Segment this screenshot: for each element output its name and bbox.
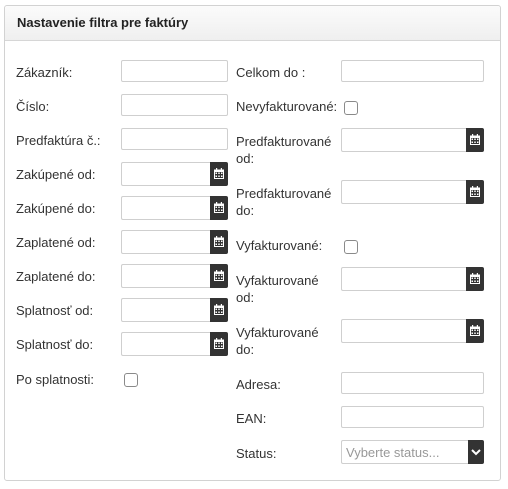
status-dropdown-button[interactable] (468, 440, 484, 464)
customer-label: Zákazník: (16, 65, 73, 80)
due-to-calendar-button[interactable] (210, 332, 228, 356)
status-placeholder: Vyberte status... (346, 445, 440, 460)
paid-to-input[interactable] (121, 264, 210, 288)
address-label: Adresa: (236, 377, 281, 392)
preinvoiced-from-date[interactable] (341, 128, 484, 152)
bought-from-label: Zakúpené od: (16, 167, 96, 182)
paid-from-input[interactable] (121, 230, 210, 254)
calendar-icon (214, 338, 224, 349)
calendar-icon (470, 273, 480, 284)
bought-from-calendar-button[interactable] (210, 162, 228, 186)
invoiced-checkbox[interactable] (344, 240, 358, 254)
calendar-icon (214, 202, 224, 213)
bought-from-input[interactable] (121, 162, 210, 186)
total-to-label: Celkom do : (236, 65, 306, 80)
preinvoiced-from-label-1: Predfakturované (236, 134, 332, 149)
paid-to-label: Zaplatené do: (16, 269, 96, 284)
uninvoiced-checkbox[interactable] (344, 101, 358, 115)
due-from-label: Splatnosť od: (16, 303, 94, 318)
chevron-down-icon (471, 449, 481, 456)
invoiced-to-calendar-button[interactable] (466, 319, 484, 343)
due-from-date[interactable] (121, 298, 228, 322)
paid-from-label: Zaplatené od: (16, 235, 96, 250)
preinvoiced-to-label-1: Predfakturované (236, 186, 332, 201)
proforma-input[interactable] (121, 128, 228, 150)
paid-from-calendar-button[interactable] (210, 230, 228, 254)
invoiced-to-input[interactable] (341, 319, 466, 343)
status-label: Status: (236, 446, 277, 461)
calendar-icon (214, 304, 224, 315)
bought-to-calendar-button[interactable] (210, 196, 228, 220)
preinvoiced-from-label-2: od: (236, 151, 255, 166)
invoiced-from-date[interactable] (341, 267, 484, 291)
paid-to-calendar-button[interactable] (210, 264, 228, 288)
due-to-date[interactable] (121, 332, 228, 356)
overdue-label: Po splatnosti: (16, 372, 95, 387)
panel-title: Nastavenie filtra pre faktúry (17, 15, 189, 30)
preinvoiced-to-input[interactable] (341, 180, 466, 204)
due-to-input[interactable] (121, 332, 210, 356)
ean-label: EAN: (236, 411, 267, 426)
invoiced-from-label-1: Vyfakturované (236, 273, 319, 288)
calendar-icon (470, 134, 480, 145)
invoiced-to-label-2: do: (236, 342, 255, 357)
bought-to-input[interactable] (121, 196, 210, 220)
preinvoiced-to-calendar-button[interactable] (466, 180, 484, 204)
bought-to-label: Zakúpené do: (16, 201, 96, 216)
calendar-icon (214, 270, 224, 281)
invoiced-from-label-2: od: (236, 290, 255, 305)
paid-to-date[interactable] (121, 264, 228, 288)
preinvoiced-to-label-2: do: (236, 203, 255, 218)
calendar-icon (470, 186, 480, 197)
uninvoiced-label: Nevyfakturované: (236, 99, 338, 114)
invoiced-from-input[interactable] (341, 267, 466, 291)
bought-to-date[interactable] (121, 196, 228, 220)
preinvoiced-from-calendar-button[interactable] (466, 128, 484, 152)
invoiced-to-label-1: Vyfakturované (236, 325, 319, 340)
invoiced-label: Vyfakturované: (236, 238, 323, 253)
due-to-label: Splatnosť do: (16, 337, 94, 352)
due-from-calendar-button[interactable] (210, 298, 228, 322)
status-select[interactable]: Vyberte status... (341, 440, 484, 464)
preinvoiced-to-date[interactable] (341, 180, 484, 204)
status-select-field[interactable]: Vyberte status... (341, 440, 468, 464)
number-input[interactable] (121, 94, 228, 116)
customer-input[interactable] (121, 60, 228, 82)
proforma-label: Predfaktúra č.: (16, 133, 101, 148)
overdue-checkbox[interactable] (124, 373, 138, 387)
invoiced-to-date[interactable] (341, 319, 484, 343)
calendar-icon (214, 168, 224, 179)
panel-header: Nastavenie filtra pre faktúry (5, 6, 500, 41)
total-to-input[interactable] (341, 60, 484, 82)
ean-input[interactable] (341, 406, 484, 428)
invoiced-from-calendar-button[interactable] (466, 267, 484, 291)
paid-from-date[interactable] (121, 230, 228, 254)
due-from-input[interactable] (121, 298, 210, 322)
calendar-icon (214, 236, 224, 247)
preinvoiced-from-input[interactable] (341, 128, 466, 152)
number-label: Číslo: (16, 99, 50, 114)
bought-from-date[interactable] (121, 162, 228, 186)
calendar-icon (470, 325, 480, 336)
address-input[interactable] (341, 372, 484, 394)
